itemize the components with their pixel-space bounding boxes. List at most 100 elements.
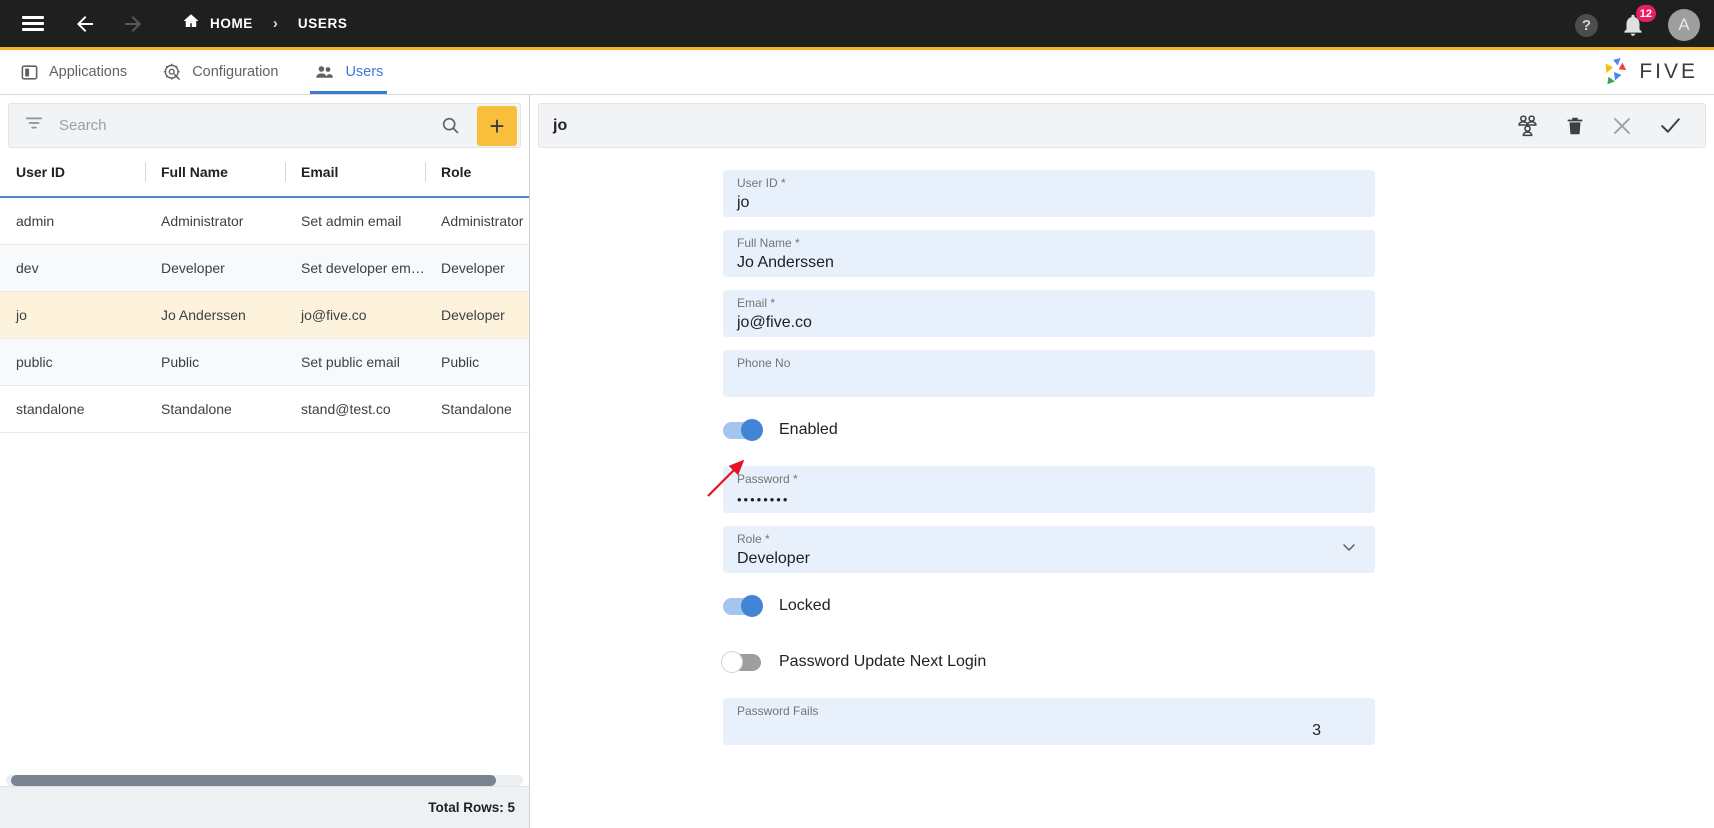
- breadcrumb-item-home[interactable]: HOME: [182, 12, 253, 35]
- table-row[interactable]: admin Administrator Set admin email Admi…: [0, 197, 529, 245]
- cell-full-name: Jo Anderssen: [145, 291, 285, 339]
- breadcrumb-home-label: HOME: [210, 16, 253, 31]
- applications-icon: [20, 63, 39, 82]
- add-user-button[interactable]: +: [477, 105, 517, 146]
- avatar[interactable]: A: [1668, 9, 1700, 41]
- tab-configuration-label: Configuration: [192, 64, 279, 80]
- toggle-knob: [721, 651, 743, 673]
- scrollbar-thumb[interactable]: [11, 775, 496, 786]
- detail-header-actions: [1515, 113, 1683, 138]
- cell-full-name: Standalone: [145, 385, 285, 433]
- password-field[interactable]: Password * ••••••••: [723, 466, 1375, 513]
- password-value: ••••••••: [737, 492, 790, 507]
- tab-configuration[interactable]: Configuration: [147, 50, 294, 94]
- search-icon[interactable]: [440, 115, 461, 136]
- detail-title: jo: [553, 116, 568, 134]
- table-header-row: User ID Full Name Email Role: [0, 148, 529, 198]
- cell-role: Developer: [425, 244, 529, 292]
- search-input[interactable]: [59, 117, 440, 134]
- full-name-field[interactable]: Full Name * Jo Anderssen: [723, 230, 1375, 277]
- cell-full-name: Administrator: [145, 197, 285, 245]
- cell-user-id: admin: [0, 197, 145, 245]
- scrollbar-track[interactable]: [6, 775, 523, 786]
- tab-users-label: Users: [345, 64, 384, 80]
- filter-icon[interactable]: [23, 112, 45, 139]
- hamburger-icon[interactable]: [18, 9, 48, 39]
- cell-full-name: Public: [145, 338, 285, 386]
- cell-full-name: Developer: [145, 244, 285, 292]
- password-update-next-login-toggle[interactable]: [721, 651, 761, 673]
- cell-role: Public: [425, 338, 529, 386]
- breadcrumb: HOME › USERS: [182, 12, 347, 35]
- group-users-icon[interactable]: [1515, 113, 1540, 138]
- tab-applications[interactable]: Applications: [4, 50, 143, 94]
- breadcrumb-current-label[interactable]: USERS: [298, 16, 348, 31]
- cell-email: jo@five.co: [285, 291, 425, 339]
- top-app-bar: HOME › USERS ? 12 A: [0, 0, 1714, 50]
- tab-users[interactable]: Users: [298, 50, 399, 94]
- top-bar-actions: ? 12 A: [1575, 0, 1700, 50]
- phone-no-field[interactable]: Phone No: [723, 350, 1375, 397]
- help-icon[interactable]: ?: [1575, 13, 1598, 37]
- cell-email: stand@test.co: [285, 385, 425, 433]
- cell-email: Set developer em…: [285, 244, 425, 292]
- main-tab-bar: Applications Configuration Users FIVE: [0, 50, 1714, 95]
- role-value: Developer: [737, 550, 810, 567]
- total-rows-label: Total Rows: 5: [428, 800, 515, 815]
- user-id-label: User ID *: [737, 176, 786, 190]
- cell-email: Set public email: [285, 338, 425, 386]
- table-row[interactable]: standalone Standalone stand@test.co Stan…: [0, 385, 529, 433]
- user-detail-panel: jo User ID * jo Full Name * Jo Anderssen…: [530, 95, 1714, 828]
- column-header-role[interactable]: Role: [425, 148, 529, 198]
- password-fails-value: 3: [1312, 722, 1321, 739]
- column-header-email[interactable]: Email: [285, 148, 425, 198]
- enabled-toggle[interactable]: [723, 419, 763, 441]
- locked-toggle[interactable]: [723, 595, 763, 617]
- notifications-button[interactable]: 12: [1620, 5, 1656, 38]
- full-name-label: Full Name *: [737, 236, 800, 250]
- email-field[interactable]: Email * jo@five.co: [723, 290, 1375, 337]
- users-list-panel: + User ID Full Name Email Role admin Adm…: [0, 95, 530, 828]
- toggle-knob: [741, 419, 763, 441]
- column-header-user-id[interactable]: User ID: [0, 148, 145, 198]
- cell-user-id: public: [0, 338, 145, 386]
- locked-label: Locked: [779, 597, 831, 614]
- tab-applications-label: Applications: [49, 64, 128, 80]
- users-table-body: admin Administrator Set admin email Admi…: [0, 197, 529, 433]
- close-icon[interactable]: [1610, 114, 1634, 138]
- table-row[interactable]: dev Developer Set developer em… Develope…: [0, 244, 529, 292]
- full-name-value: Jo Anderssen: [737, 254, 834, 271]
- email-value: jo@five.co: [737, 314, 812, 331]
- column-header-full-name[interactable]: Full Name: [145, 148, 285, 198]
- delete-icon[interactable]: [1564, 115, 1586, 137]
- cell-role: Standalone: [425, 385, 529, 433]
- user-id-value: jo: [737, 194, 750, 211]
- breadcrumb-separator: ›: [272, 15, 278, 32]
- password-fails-field[interactable]: Password Fails 3: [723, 698, 1375, 745]
- confirm-check-icon[interactable]: [1658, 113, 1683, 138]
- phone-no-label: Phone No: [737, 356, 791, 370]
- table-row-selected[interactable]: jo Jo Anderssen jo@five.co Developer: [0, 291, 529, 339]
- users-table-wrapper: User ID Full Name Email Role admin Admin…: [0, 148, 529, 775]
- total-rows-footer: Total Rows: 5: [0, 786, 529, 828]
- detail-form-column: User ID * jo Full Name * Jo Anderssen Em…: [721, 170, 1375, 745]
- cell-user-id: standalone: [0, 385, 145, 433]
- arrow-forward-icon: [118, 9, 148, 39]
- locked-toggle-row: Locked: [723, 586, 1375, 626]
- toggle-knob: [741, 595, 763, 617]
- five-mark-icon: [1605, 57, 1627, 85]
- table-row[interactable]: public Public Set public email Public: [0, 338, 529, 386]
- enabled-label: Enabled: [779, 421, 838, 438]
- horizontal-scrollbar[interactable]: [0, 775, 529, 786]
- password-label: Password *: [737, 472, 798, 486]
- user-id-field[interactable]: User ID * jo: [723, 170, 1375, 217]
- cell-role: Administrator: [425, 197, 529, 245]
- notification-badge: 12: [1635, 5, 1656, 22]
- arrow-back-icon[interactable]: [70, 9, 100, 39]
- chevron-down-icon[interactable]: [1339, 537, 1359, 562]
- home-icon: [182, 12, 200, 35]
- cell-role: Developer: [425, 291, 529, 339]
- page-body: + User ID Full Name Email Role admin Adm…: [0, 95, 1714, 828]
- brand-logo: FIVE: [1597, 57, 1698, 87]
- role-field[interactable]: Role * Developer: [723, 526, 1375, 573]
